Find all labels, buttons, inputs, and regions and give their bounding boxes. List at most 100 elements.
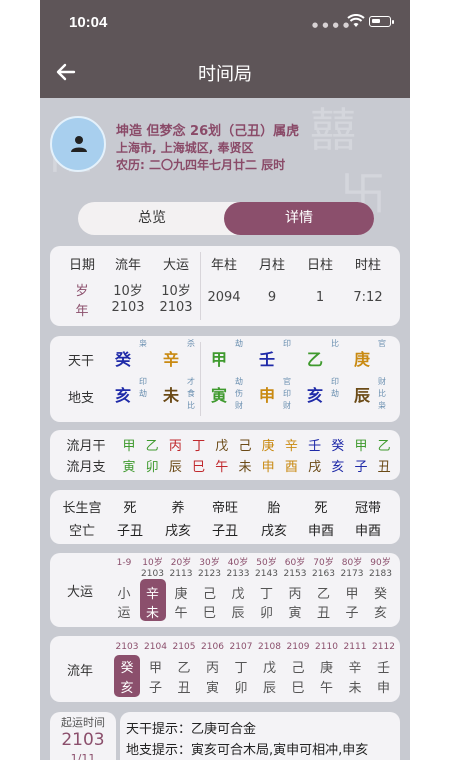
dayun-zhi[interactable]: 辰: [226, 602, 250, 621]
dayun-gan[interactable]: 乙: [312, 583, 336, 602]
dayun-zhi[interactable]: 卯: [255, 602, 279, 621]
zhi-shishen: 枭: [378, 401, 386, 410]
liunian-year: 2111: [343, 642, 367, 652]
liuyue-gan-char: 乙: [145, 439, 159, 454]
liunian-year: 2109: [286, 642, 310, 652]
liunian-gan[interactable]: 辛: [343, 657, 367, 676]
date-header: 流年: [114, 258, 141, 273]
kongwang-value: 戌亥: [260, 524, 287, 539]
changsheng-value: 帝旺: [211, 501, 238, 516]
dayun-gan[interactable]: 丁: [255, 583, 279, 602]
zhi-char: 未: [162, 386, 179, 405]
dayun-gan[interactable]: 癸: [369, 583, 393, 602]
dayun-zhi[interactable]: 子: [340, 602, 364, 621]
status-bar: 10:04 ● ● ● ●: [40, 0, 410, 46]
liunian-gan[interactable]: 己: [286, 657, 310, 676]
gan-shishen: 比: [331, 339, 339, 348]
liunian-zhi[interactable]: 子: [144, 677, 168, 696]
liunian-gan[interactable]: 癸: [115, 657, 139, 676]
dayun-gan[interactable]: 丙: [283, 583, 307, 602]
liuyue-zhi-char: 辰: [168, 460, 182, 475]
gan-label: 天干: [67, 354, 94, 369]
avatar[interactable]: [50, 116, 106, 172]
date-value: 10岁: [161, 284, 191, 299]
tab-overview[interactable]: 总览: [78, 202, 226, 235]
liunian-gan[interactable]: 丁: [229, 657, 253, 676]
dayun-zhi[interactable]: 午: [169, 602, 193, 621]
liunian-zhi[interactable]: 未: [343, 677, 367, 696]
dayun-gan[interactable]: 戊: [226, 583, 250, 602]
dayun-zhi[interactable]: 运: [112, 602, 136, 621]
liunian-year: 2104: [144, 642, 167, 652]
changsheng-value: 冠带: [354, 501, 381, 516]
battery-icon: [369, 16, 394, 27]
date-header: 年柱: [210, 258, 237, 273]
liunian-zhi[interactable]: 卯: [229, 677, 253, 696]
liunian-gan[interactable]: 乙: [172, 657, 196, 676]
liunian-zhi[interactable]: 亥: [115, 677, 139, 696]
zhi-char: 寅: [210, 386, 227, 405]
zhi-char: 申: [258, 386, 275, 405]
liunian-gan[interactable]: 庚: [315, 657, 339, 676]
zhi-label: 地支: [67, 391, 94, 406]
dayun-year: 2153: [283, 569, 307, 579]
zhi-shishen: 财: [283, 401, 291, 410]
date-value: 岁: [75, 284, 89, 299]
pillar-date-value: 2094: [207, 290, 241, 305]
dayun-zhi[interactable]: 寅: [283, 602, 307, 621]
liunian-zhi[interactable]: 寅: [201, 677, 225, 696]
gan-shishen: 枭: [139, 339, 147, 348]
dayun-gan[interactable]: 己: [198, 583, 222, 602]
dayun-gan[interactable]: 庚: [169, 583, 193, 602]
liunian-zhi[interactable]: 申: [372, 677, 396, 696]
status-time: 10:04: [69, 14, 108, 31]
liunian-gan[interactable]: 戊: [258, 657, 282, 676]
liunian-gan[interactable]: 壬: [372, 657, 396, 676]
tips-card: 天干提示：乙庚可合金 地支提示：寅亥可合木局,寅申可相冲,申亥: [120, 712, 400, 760]
liuyue-gan-char: 壬: [308, 439, 322, 454]
zhi-shishen: 官: [283, 377, 291, 386]
changsheng-value: 养: [171, 501, 185, 516]
profile-header: 坤造 但梦念 26划（己丑）属虎 上海市, 上海城区, 奉贤区 农历: 二〇九四…: [50, 116, 400, 191]
liunian-zhi[interactable]: 辰: [258, 677, 282, 696]
dayun-zhi[interactable]: 丑: [312, 602, 336, 621]
gan-char: 癸: [114, 350, 131, 369]
kongwang-value: 戌亥: [164, 524, 191, 539]
liuyue-zhi-char: 巳: [192, 460, 206, 475]
date-value: 2103: [111, 300, 145, 315]
tab-detail[interactable]: 详情: [224, 202, 374, 235]
zhi-char: 亥: [114, 386, 131, 405]
dayun-year: 2113: [169, 569, 193, 579]
dayun-gan[interactable]: 辛: [141, 583, 165, 602]
liunian-zhi[interactable]: 午: [315, 677, 339, 696]
dayun-zhi[interactable]: 亥: [369, 602, 393, 621]
liunian-gan[interactable]: 甲: [144, 657, 168, 676]
liunian-gan[interactable]: 丙: [201, 657, 225, 676]
signal-icon: ● ● ● ●: [312, 21, 351, 29]
liunian-zhi[interactable]: 巳: [286, 677, 310, 696]
dayun-gan[interactable]: 甲: [340, 583, 364, 602]
qiyun-year: 2103: [61, 730, 105, 750]
dayun-zhi[interactable]: 巳: [198, 602, 222, 621]
date-header: 时柱: [354, 258, 381, 273]
liuyue-gan-char: 己: [238, 439, 252, 454]
zhi-shishen: 印: [283, 389, 291, 398]
liunian-year: 2108: [258, 642, 281, 652]
dayun-gan[interactable]: 小: [112, 583, 136, 602]
liuyue-gan-char: 乙: [377, 439, 391, 454]
liuyue-zhi-char: 申: [261, 460, 275, 475]
pillars-card: 天干 地支癸枭辛杀甲劫壬印乙比庚官亥印劫未才食比寅劫伤财申官印财亥印劫辰财比枭: [50, 336, 400, 422]
gan-tip: 天干提示：乙庚可合金: [126, 722, 257, 737]
liunian-year: 2110: [315, 642, 338, 652]
liuyue-gan-char: 庚: [261, 439, 275, 454]
liuyue-gan-char: 丙: [168, 439, 182, 454]
liuyue-zhi-char: 午: [215, 460, 229, 475]
liunian-zhi[interactable]: 丑: [172, 677, 196, 696]
liuyue-gan-char: 戊: [215, 439, 229, 454]
zhi-shishen: 比: [378, 389, 386, 398]
dayun-year: 2103: [141, 569, 164, 579]
gan-char: 乙: [306, 350, 323, 369]
zhi-shishen: 劫: [235, 377, 243, 386]
dayun-zhi[interactable]: 未: [141, 602, 165, 621]
zhi-shishen: 财: [378, 377, 386, 386]
